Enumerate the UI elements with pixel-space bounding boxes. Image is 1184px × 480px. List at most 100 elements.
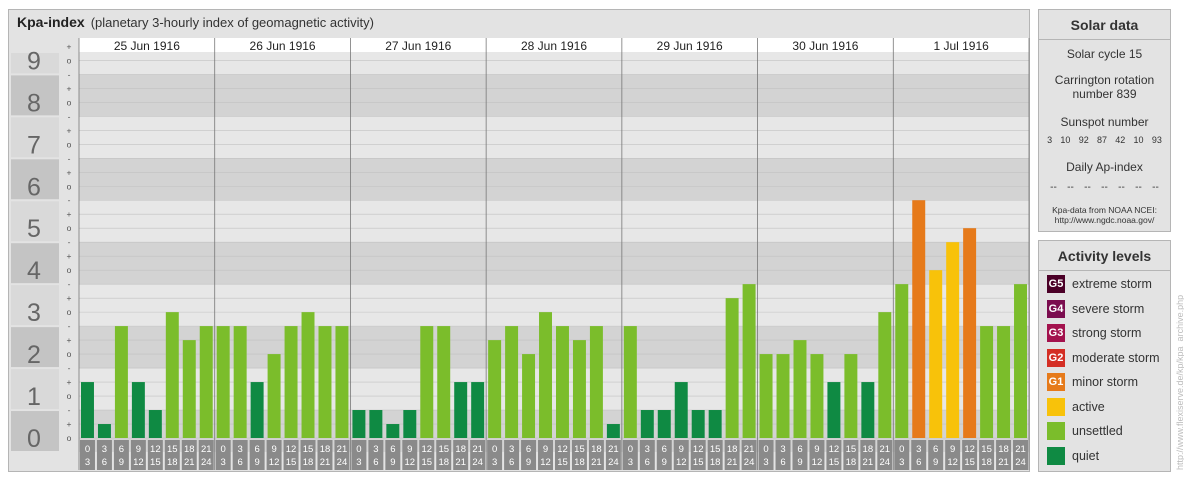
interval-end-label: 15 [693,457,704,468]
carrington-rotation-label: Carrington rotation [1054,73,1155,87]
interval-start-label: 6 [933,444,938,455]
interval-start-label: 6 [526,444,531,455]
interval-end-label: 3 [763,457,768,468]
kp-bar [199,326,213,438]
interval-start-label: 15 [303,444,314,455]
interval-end-label: 15 [150,457,161,468]
y-subtick-label: - [68,405,71,415]
interval-start-label: 9 [271,444,276,455]
interval-start-label: 0 [899,444,904,455]
interval-end-label: 6 [780,457,785,468]
kp-bar [284,326,298,438]
interval-start-label: 18 [320,444,331,455]
data-source-label: Kpa-data from NOAA NCEI: [1052,205,1157,215]
kp-bar [267,354,281,438]
interval-end-label: 3 [492,457,497,468]
interval-start-label: 6 [390,444,395,455]
y-subtick-label: - [68,153,71,163]
kp-bar [250,382,264,438]
sunspot-values: 3 10 92 87 42 10 93 [1039,135,1170,145]
interval-end-label: 21 [320,457,331,468]
interval-end-label: 9 [390,457,395,468]
interval-start-label: 21 [880,444,891,455]
sunspot-value: 3 [1047,135,1053,145]
chart-subtitle: (planetary 3-hourly index of geomagnetic… [90,15,374,30]
interval-end-label: 9 [797,457,802,468]
kp-bar [556,326,569,438]
legend-label: moderate storm [1072,350,1160,365]
y-subtick-label: + [67,377,72,387]
legend-item: active [1047,397,1105,417]
interval-end-label: 12 [947,457,958,468]
kp-bar [946,242,960,438]
kp-bar [386,424,400,438]
data-source-link[interactable]: http://www.ngdc.noaa.gov/ [1039,215,1170,225]
interval-end-label: 12 [540,457,551,468]
interval-end-label: 24 [880,457,891,468]
kp-bar [708,410,722,438]
interval-end-label: 9 [119,457,124,468]
interval-start-label: 21 [201,444,212,455]
kp-bar [131,382,145,438]
interval-start-label: 0 [763,444,768,455]
interval-end-label: 15 [557,457,568,468]
y-subtick-label: o [67,307,72,317]
kp-bar [759,354,773,438]
interval-end-label: 15 [829,457,840,468]
interval-end-label: 18 [438,457,449,468]
interval-start-label: 21 [1015,444,1026,455]
kp-band [79,74,1029,117]
interval-start-label: 15 [574,444,585,455]
day-label: 28 Jun 1916 [521,39,587,53]
legend-swatch [1047,397,1065,416]
interval-start-label: 6 [254,444,259,455]
interval-end-label: 3 [899,457,904,468]
interval-end-label: 18 [981,457,992,468]
interval-start-label: 21 [337,444,348,455]
y-subtick-label: + [67,41,72,51]
y-tick-label: 6 [27,173,41,201]
interval-start-label: 3 [509,444,514,455]
kp-bar [929,270,943,438]
ap-value: -- [1050,182,1057,193]
ap-value: -- [1152,182,1159,193]
y-tick-label: 5 [27,215,41,243]
y-tick-label: 1 [27,383,41,411]
sunspot-value: 10 [1133,135,1144,145]
interval-start-label: 0 [221,444,226,455]
kp-band [79,242,1029,285]
ap-index-title: Daily Ap-index [1066,160,1143,174]
ap-value: -- [1135,182,1142,193]
day-label: 29 Jun 1916 [657,39,723,53]
legend-swatch [1047,446,1065,465]
kp-bar [471,382,485,438]
legend-label: severe storm [1072,301,1145,316]
interval-end-label: 18 [710,457,721,468]
kp-bar [216,326,230,438]
kp-bar [878,312,892,438]
y-subtick-label: + [67,251,72,261]
interval-start-label: 18 [591,444,602,455]
interval-end-label: 24 [744,457,755,468]
y-subtick-label: o [67,265,72,275]
interval-start-label: 15 [167,444,178,455]
kp-bar [844,354,858,438]
kp-bar [572,340,586,438]
legend-swatch: G4 [1047,299,1065,318]
y-subtick-label: + [67,125,72,135]
sunspot-value: 92 [1078,135,1089,145]
sunspot-value: 87 [1096,135,1107,145]
kp-bar [369,410,383,438]
legend-item: unsettled [1047,421,1123,441]
sunspot-title: Sunspot number [1060,115,1149,129]
interval-end-label: 9 [254,457,259,468]
interval-end-label: 12 [812,457,823,468]
interval-start-label: 15 [846,444,857,455]
day-label: 25 Jun 1916 [114,39,180,53]
interval-start-label: 18 [727,444,738,455]
kp-bar [403,410,417,438]
interval-start-label: 21 [608,444,619,455]
kp-band [79,200,1029,243]
solar-cycle: Solar cycle 15 [1066,47,1143,61]
interval-start-label: 6 [119,444,124,455]
